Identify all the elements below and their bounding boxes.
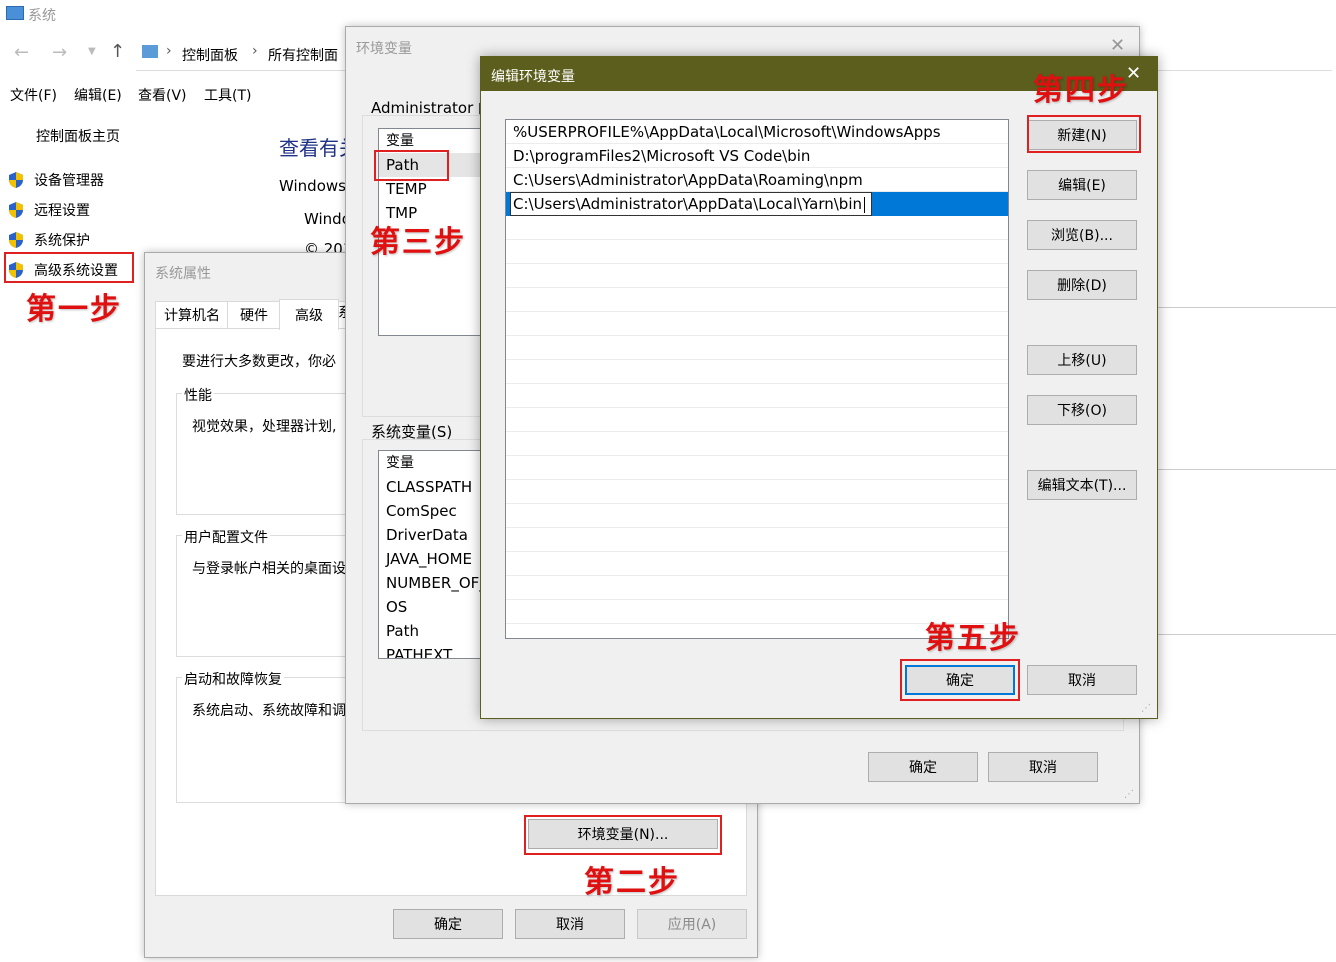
sidebar-item-remote[interactable]: 远程设置 bbox=[8, 198, 90, 222]
button-label: 取消 bbox=[556, 917, 584, 933]
dialog-title: 环境变量 bbox=[356, 41, 412, 57]
system-vars-label: 系统变量(S) bbox=[371, 423, 453, 441]
cancel-button[interactable]: 取消 bbox=[1027, 665, 1137, 695]
sidebar-item-protection[interactable]: 系统保护 bbox=[8, 228, 90, 252]
path-list[interactable]: %USERPROFILE%\AppData\Local\Microsoft\Wi… bbox=[505, 119, 1009, 639]
forward-arrow-icon[interactable]: → bbox=[52, 42, 67, 63]
highlight-box bbox=[4, 252, 134, 283]
user-vars-label: Administrator 的 bbox=[371, 99, 494, 117]
shield-icon bbox=[9, 202, 23, 218]
sidebar-item-device-manager[interactable]: 设备管理器 bbox=[8, 168, 104, 192]
annotation-step4: 第四步 bbox=[1033, 73, 1129, 108]
path-entry-selected[interactable]: C:\Users\Administrator\AppData\Local\Yar… bbox=[506, 192, 1008, 216]
button-label: 下移(O) bbox=[1057, 403, 1107, 419]
sidebar-item-label: 设备管理器 bbox=[34, 173, 104, 189]
sidebar-home-link[interactable]: 控制面板主页 bbox=[36, 126, 120, 146]
highlight-box bbox=[524, 815, 722, 855]
performance-text: 视觉效果，处理器计划, bbox=[192, 419, 337, 435]
close-icon[interactable]: ✕ bbox=[1110, 35, 1125, 56]
menu-file[interactable]: 文件(F) bbox=[10, 85, 57, 105]
dialog-title: 编辑环境变量 bbox=[491, 69, 575, 85]
button-label: 应用(A) bbox=[667, 917, 717, 933]
startup-label: 启动和故障恢复 bbox=[182, 669, 284, 689]
button-label: 取消 bbox=[1029, 760, 1057, 776]
windows-edition-text: Windows bbox=[279, 177, 346, 195]
profile-text: 与登录帐户相关的桌面设 bbox=[192, 561, 346, 577]
computer-icon bbox=[6, 6, 24, 20]
annotation-step1: 第一步 bbox=[26, 292, 122, 327]
sidebar-item-label: 系统保护 bbox=[34, 233, 90, 249]
performance-label: 性能 bbox=[182, 385, 214, 405]
intro-text: 要进行大多数更改，你必 bbox=[182, 354, 336, 370]
breadcrumb-all-items[interactable]: 所有控制面 bbox=[268, 45, 338, 65]
tab-label: 硬件 bbox=[240, 308, 268, 324]
resize-grip-icon[interactable]: ⋰ bbox=[1124, 789, 1134, 800]
highlight-box bbox=[1027, 115, 1141, 153]
divider bbox=[1140, 469, 1336, 470]
cancel-button[interactable]: 取消 bbox=[988, 752, 1098, 782]
annotation-step3: 第三步 bbox=[370, 225, 466, 260]
shield-icon bbox=[9, 232, 23, 248]
startup-text: 系统启动、系统故障和调 bbox=[192, 703, 346, 719]
breadcrumb-sep-icon: › bbox=[252, 43, 258, 59]
tab-label: 计算机名 bbox=[164, 308, 220, 324]
windows-version-text: Windo bbox=[304, 210, 351, 228]
button-label: 上移(U) bbox=[1057, 353, 1107, 369]
tab-hardware[interactable]: 硬件 bbox=[227, 301, 281, 329]
dialog-title: 系统属性 bbox=[155, 266, 211, 282]
tab-label: 高级 bbox=[295, 308, 323, 324]
path-entry[interactable]: D:\programFiles2\Microsoft VS Code\bin bbox=[506, 144, 1008, 168]
path-entry[interactable]: %USERPROFILE%\AppData\Local\Microsoft\Wi… bbox=[506, 120, 1008, 144]
divider bbox=[1140, 634, 1336, 635]
browse-button[interactable]: 浏览(B)... bbox=[1027, 220, 1137, 250]
button-label: 取消 bbox=[1068, 673, 1096, 689]
button-label: 确定 bbox=[909, 760, 937, 776]
breadcrumb-control-panel[interactable]: 控制面板 bbox=[182, 45, 238, 65]
shield-icon bbox=[9, 172, 23, 188]
menu-edit[interactable]: 编辑(E) bbox=[74, 85, 122, 105]
tab-computer-name[interactable]: 计算机名 bbox=[155, 301, 229, 329]
divider bbox=[1140, 307, 1336, 308]
path-entry-editor[interactable]: C:\Users\Administrator\AppData\Local\Yar… bbox=[510, 192, 872, 216]
annotation-step5: 第五步 bbox=[925, 621, 1021, 656]
apply-button[interactable]: 应用(A) bbox=[637, 909, 747, 939]
edit-environment-variable-dialog: 编辑环境变量 ✕ 第四步 %USERPROFILE%\AppData\Local… bbox=[480, 56, 1158, 719]
menu-tools[interactable]: 工具(T) bbox=[204, 85, 251, 105]
edit-text-button[interactable]: 编辑文本(T)... bbox=[1027, 470, 1137, 500]
button-label: 删除(D) bbox=[1057, 278, 1107, 294]
delete-button[interactable]: 删除(D) bbox=[1027, 270, 1137, 300]
menu-view[interactable]: 查看(V) bbox=[138, 85, 187, 105]
resize-grip-icon[interactable]: ⋰ bbox=[1141, 703, 1151, 714]
up-arrow-icon[interactable]: ↑ bbox=[110, 41, 125, 62]
tab-advanced[interactable]: 高级 bbox=[279, 299, 339, 330]
highlight-box bbox=[374, 150, 449, 181]
control-panel-icon bbox=[142, 45, 158, 58]
annotation-step2: 第二步 bbox=[584, 865, 680, 900]
path-entry[interactable]: C:\Users\Administrator\AppData\Roaming\n… bbox=[506, 168, 1008, 192]
ok-button[interactable]: 确定 bbox=[393, 909, 503, 939]
sidebar-item-label: 远程设置 bbox=[34, 203, 90, 219]
button-label: 编辑文本(T)... bbox=[1037, 478, 1127, 494]
window-title: 系统 bbox=[28, 8, 56, 24]
back-arrow-icon[interactable]: ← bbox=[14, 42, 29, 63]
button-label: 浏览(B)... bbox=[1051, 228, 1113, 244]
button-label: 确定 bbox=[434, 917, 462, 933]
cancel-button[interactable]: 取消 bbox=[515, 909, 625, 939]
move-down-button[interactable]: 下移(O) bbox=[1027, 395, 1137, 425]
button-label: 编辑(E) bbox=[1058, 178, 1106, 194]
text-cursor bbox=[864, 196, 865, 213]
edit-button[interactable]: 编辑(E) bbox=[1027, 170, 1137, 200]
path-entry-edit-text: C:\Users\Administrator\AppData\Local\Yar… bbox=[513, 195, 862, 213]
recent-chevron-icon[interactable]: ▼ bbox=[88, 46, 96, 57]
highlight-box bbox=[900, 659, 1020, 701]
profile-label: 用户配置文件 bbox=[182, 527, 270, 547]
move-up-button[interactable]: 上移(U) bbox=[1027, 345, 1137, 375]
ok-button[interactable]: 确定 bbox=[868, 752, 978, 782]
breadcrumb-sep-icon: › bbox=[166, 43, 172, 59]
